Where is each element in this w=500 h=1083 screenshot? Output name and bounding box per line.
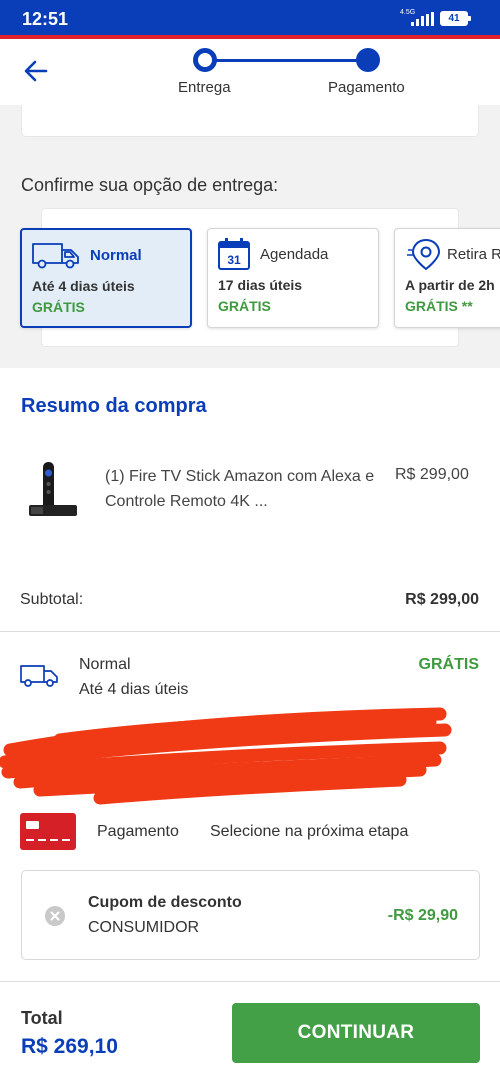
payment-label: Pagamento <box>97 823 179 840</box>
truck-icon <box>20 665 58 687</box>
option-days: A partir de 2h <box>405 277 495 293</box>
delivery-section: Confirme sua opção de entrega: Normal At… <box>0 105 500 368</box>
delivery-option-agendada[interactable]: 31 Agendada 17 dias úteis GRÁTIS <box>207 228 379 328</box>
product-price: R$ 299,00 <box>395 466 469 483</box>
coupon-discount: -R$ 29,90 <box>387 907 458 924</box>
subtotal-label: Subtotal: <box>20 591 84 608</box>
delivery-option-retira[interactable]: Retira R A partir de 2h GRÁTIS ** <box>394 228 500 328</box>
status-time: 12:51 <box>22 9 69 29</box>
signal-icon <box>411 12 435 26</box>
product-name: (1) Fire TV Stick Amazon com Alexa e Con… <box>105 468 375 510</box>
option-name: Agendada <box>260 246 329 263</box>
shipping-name: Normal <box>79 656 131 673</box>
coupon-box[interactable]: Cupom de desconto CONSUMIDOR -R$ 29,90 <box>21 870 480 960</box>
product-image <box>29 462 77 516</box>
option-price: GRÁTIS <box>218 298 271 314</box>
coupon-title: Cupom de desconto <box>88 894 242 911</box>
status-bar: 12:51 4.5G 41 <box>0 0 500 35</box>
option-name: Normal <box>90 247 142 264</box>
option-price: GRÁTIS <box>32 299 85 315</box>
stepper-line <box>205 59 367 62</box>
total-value: R$ 269,10 <box>21 1035 118 1058</box>
option-days: 17 dias úteis <box>218 277 303 293</box>
divider <box>0 631 500 632</box>
checkout-header: Entrega Pagamento <box>0 39 500 105</box>
credit-card-icon <box>20 813 76 850</box>
step-pagamento-marker <box>356 48 380 72</box>
address-card[interactable] <box>21 105 479 137</box>
continue-button[interactable]: CONTINUAR <box>232 1003 480 1063</box>
back-arrow-icon[interactable] <box>20 55 52 87</box>
summary-title: Resumo da compra <box>21 395 207 417</box>
option-days: Até 4 dias úteis <box>32 278 135 294</box>
option-price: GRÁTIS ** <box>405 298 473 314</box>
truck-icon <box>32 243 79 269</box>
step-pagamento-label: Pagamento <box>328 79 405 96</box>
shipping-days: Até 4 dias úteis <box>79 681 189 698</box>
step-entrega-label: Entrega <box>178 79 231 96</box>
delivery-option-normal[interactable]: Normal Até 4 dias úteis GRÁTIS <box>20 228 192 328</box>
battery-icon: 41 <box>440 11 471 26</box>
step-entrega-marker <box>193 48 217 72</box>
subtotal-value: R$ 299,00 <box>405 591 479 608</box>
total-label: Total <box>21 1008 63 1028</box>
shipping-price: GRÁTIS <box>418 656 479 673</box>
redaction-scribble <box>0 707 452 805</box>
divider <box>0 981 500 982</box>
close-icon[interactable] <box>45 906 65 926</box>
payment-value: Selecione na próxima etapa <box>210 823 409 840</box>
option-name: Retira R <box>447 246 500 263</box>
calendar-day: 31 <box>227 253 241 267</box>
coupon-code: CONSUMIDOR <box>88 919 200 936</box>
delivery-title: Confirme sua opção de entrega: <box>21 175 279 195</box>
